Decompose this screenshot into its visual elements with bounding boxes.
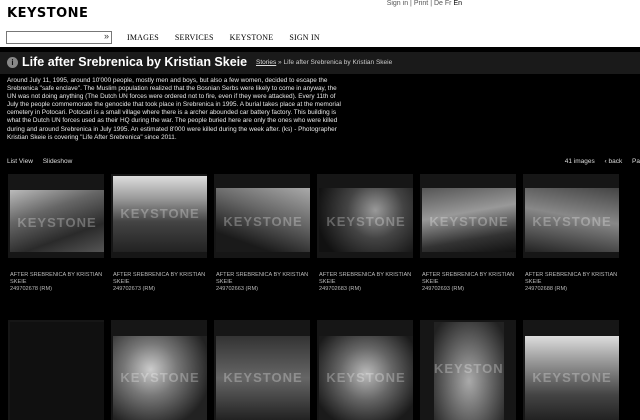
thumb-id: 249702683 (RM) xyxy=(319,286,361,292)
nav-keystone[interactable]: KEYSTONE xyxy=(230,33,274,42)
breadcrumb-stories[interactable]: Stories xyxy=(256,59,276,66)
thumbnail[interactable] xyxy=(8,320,104,420)
photo[interactable]: KEYSTONE xyxy=(10,190,104,252)
lang-fr[interactable]: Fr xyxy=(445,0,452,7)
photo[interactable]: KEYSTONE xyxy=(434,322,504,420)
lang-en[interactable]: En xyxy=(453,0,462,7)
separator: | xyxy=(410,0,412,7)
signin-link[interactable]: Sign in xyxy=(387,0,408,7)
photo[interactable] xyxy=(10,322,104,420)
thumbnail[interactable]: KEYSTONE xyxy=(214,320,310,420)
thumbnail[interactable]: KEYSTONE xyxy=(111,320,207,420)
header: KEYSTONE Sign in | Print | De Fr En » IM… xyxy=(0,0,640,47)
photo[interactable]: KEYSTONE xyxy=(216,188,310,252)
story-description: Around July 11, 1995, around 10'000 peop… xyxy=(7,77,341,141)
thumbnail[interactable]: KEYSTONE xyxy=(420,320,516,420)
photo[interactable]: KEYSTONE xyxy=(113,336,207,420)
thumb-id: 249702693 (RM) xyxy=(422,286,464,292)
view-bar: List View Slideshow 41 images ‹ back Pa xyxy=(0,156,640,168)
main-nav: IMAGES SERVICES KEYSTONE SIGN IN xyxy=(127,33,334,42)
thumbnail[interactable]: KEYSTONE xyxy=(523,320,619,420)
list-view-link[interactable]: List View xyxy=(7,158,33,165)
keystone-logo[interactable]: KEYSTONE xyxy=(7,6,88,21)
thumb-id: 249702688 (RM) xyxy=(525,286,567,292)
thumb-id: 249702678 (RM) xyxy=(10,286,52,292)
search-input[interactable]: » xyxy=(6,31,112,44)
photo[interactable]: KEYSTONE xyxy=(113,176,207,252)
slideshow-link[interactable]: Slideshow xyxy=(43,158,73,165)
thumb-title[interactable]: AFTER SREBRENICA BY KRISTIAN SKEIE xyxy=(10,272,102,285)
separator: | xyxy=(430,0,433,7)
info-icon[interactable]: i xyxy=(7,57,18,68)
thumbnail-caption: AFTER SREBRENICA BY KRISTIAN SKEIE 249702… xyxy=(10,272,106,293)
back-link[interactable]: ‹ back xyxy=(605,158,623,165)
thumbnail-caption: AFTER SREBRENICA BY KRISTIAN SKEIE 249702… xyxy=(216,272,312,293)
photo[interactable]: KEYSTONE xyxy=(525,188,619,252)
thumb-id: 249702663 (RM) xyxy=(216,286,258,292)
nav-services[interactable]: SERVICES xyxy=(175,33,214,42)
page-title: Life after Srebrenica by Kristian Skeie xyxy=(22,55,248,69)
thumb-title[interactable]: AFTER SREBRENICA BY KRISTIAN SKEIE xyxy=(113,272,205,285)
photo[interactable]: KEYSTONE xyxy=(319,336,413,420)
nav-images[interactable]: IMAGES xyxy=(127,33,159,42)
print-link[interactable]: Print xyxy=(414,0,428,7)
thumbnail[interactable]: KEYSTONE xyxy=(214,174,310,258)
thumbnail[interactable]: KEYSTONE xyxy=(317,174,413,258)
thumbnail[interactable]: KEYSTONE xyxy=(420,174,516,258)
image-count: 41 images xyxy=(564,158,595,165)
thumb-title[interactable]: AFTER SREBRENICA BY KRISTIAN SKEIE xyxy=(216,272,308,285)
photo[interactable]: KEYSTONE xyxy=(525,336,619,420)
thumbnail-caption: AFTER SREBRENICA BY KRISTIAN SKEIE 249702… xyxy=(319,272,415,293)
top-links: Sign in | Print | De Fr En xyxy=(387,0,462,7)
thumbnail-caption: AFTER SREBRENICA BY KRISTIAN SKEIE 249702… xyxy=(113,272,209,293)
breadcrumb-current: » Life after Srebrenica by Kristian Skei… xyxy=(276,59,393,66)
page-label[interactable]: Pa xyxy=(632,158,640,165)
breadcrumb: Stories » Life after Srebrenica by Krist… xyxy=(256,59,392,66)
photo[interactable]: KEYSTONE xyxy=(422,188,516,252)
thumbnail[interactable]: KEYSTONE xyxy=(317,320,413,420)
lang-de[interactable]: De xyxy=(434,0,443,7)
thumbnail[interactable]: KEYSTONE xyxy=(8,174,104,258)
thumbnail-caption: AFTER SREBRENICA BY KRISTIAN SKEIE 249702… xyxy=(525,272,621,293)
thumb-id: 249702673 (RM) xyxy=(113,286,155,292)
photo[interactable]: KEYSTONE xyxy=(216,336,310,420)
thumb-title[interactable]: AFTER SREBRENICA BY KRISTIAN SKEIE xyxy=(319,272,411,285)
search-go-icon[interactable]: » xyxy=(104,31,109,41)
thumbnail[interactable]: KEYSTONE xyxy=(523,174,619,258)
title-bar: i Life after Srebrenica by Kristian Skei… xyxy=(0,52,640,74)
nav-signin[interactable]: SIGN IN xyxy=(289,33,320,42)
thumb-title[interactable]: AFTER SREBRENICA BY KRISTIAN SKEIE xyxy=(525,272,617,285)
thumbnail-caption: AFTER SREBRENICA BY KRISTIAN SKEIE 249702… xyxy=(422,272,518,293)
photo[interactable]: KEYSTONE xyxy=(319,188,413,252)
thumbnail[interactable]: KEYSTONE xyxy=(111,174,207,258)
thumb-title[interactable]: AFTER SREBRENICA BY KRISTIAN SKEIE xyxy=(422,272,514,285)
